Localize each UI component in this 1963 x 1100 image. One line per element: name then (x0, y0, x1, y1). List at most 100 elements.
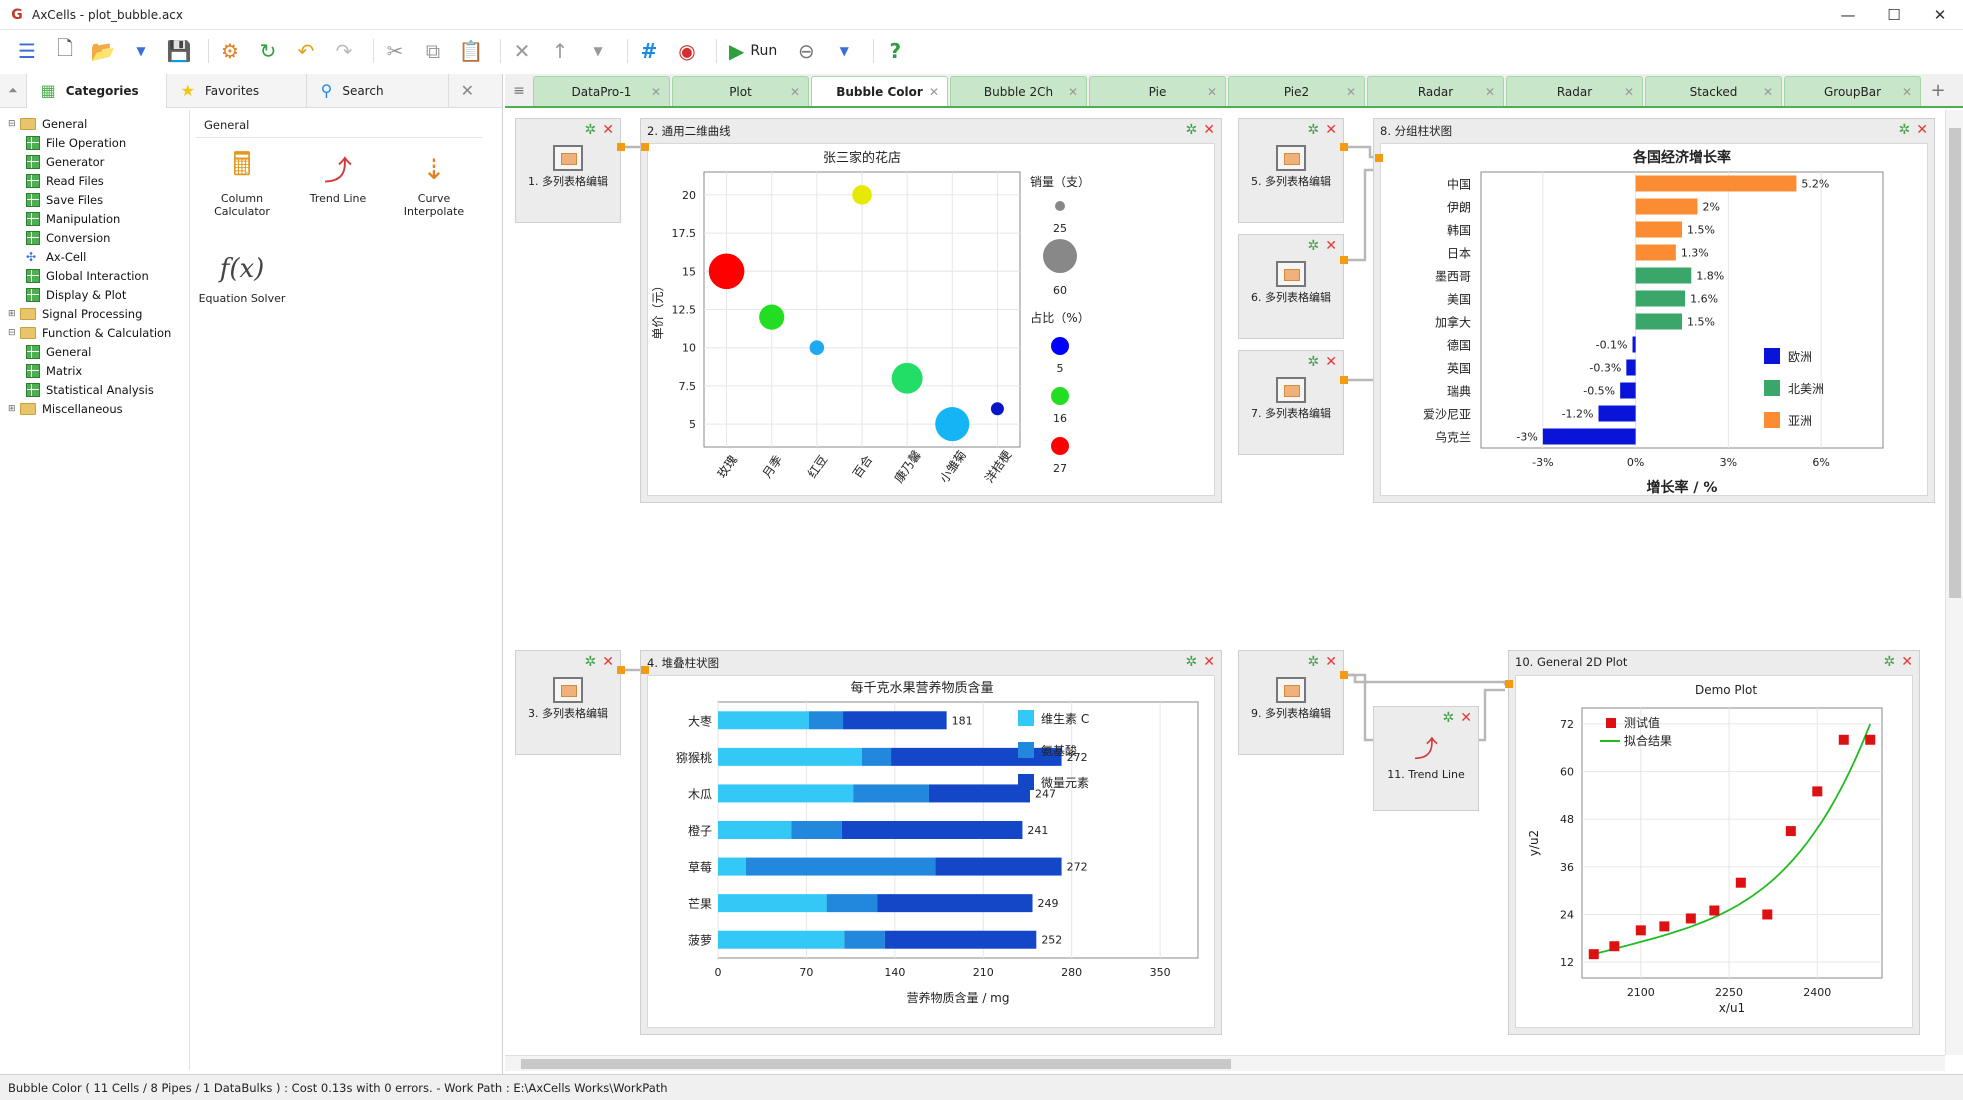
input-port[interactable] (1375, 154, 1383, 162)
cell-9-table-editor[interactable]: ✲ ✕ 9. 多列表格编辑 (1238, 650, 1344, 755)
output-port[interactable] (1340, 256, 1348, 264)
collapse-panel-icon[interactable]: ⏶ (0, 73, 27, 108)
gear-icon[interactable]: ✲ (1186, 122, 1198, 138)
output-port[interactable] (1340, 143, 1348, 151)
output-port[interactable] (1340, 671, 1348, 679)
close-tab-icon[interactable]: ✕ (929, 85, 939, 99)
tab-categories[interactable]: ▦ Categories (26, 73, 167, 108)
gear-icon[interactable]: ✲ (1308, 354, 1320, 370)
cell-6-table-editor[interactable]: ✲ ✕ 6. 多列表格编辑 (1238, 234, 1344, 339)
close-tab-icon[interactable]: ✕ (1763, 85, 1773, 99)
tree-item[interactable]: ⊞ Signal Processing (0, 304, 189, 323)
tree-item[interactable]: General (0, 342, 189, 361)
add-tab-icon[interactable]: + (1923, 76, 1953, 106)
copy-icon[interactable]: ⧉ (418, 35, 448, 67)
settings-gear-icon[interactable]: ⚙ (215, 35, 245, 67)
horizontal-scrollbar[interactable] (505, 1055, 1945, 1071)
output-port[interactable] (1340, 376, 1348, 384)
gear-icon[interactable]: ✲ (1308, 238, 1320, 254)
output-port[interactable] (617, 143, 625, 151)
tree-item[interactable]: Manipulation (0, 209, 189, 228)
dropdown-icon[interactable]: ▼ (126, 35, 156, 67)
close-icon[interactable]: ✕ (1325, 122, 1337, 138)
tree-item[interactable]: Conversion (0, 228, 189, 247)
gear-icon[interactable]: ✲ (1443, 710, 1455, 726)
maximize-button[interactable]: ☐ (1871, 0, 1917, 30)
scroll-thumb[interactable] (521, 1059, 1231, 1069)
tree-item[interactable]: Generator (0, 152, 189, 171)
cut-icon[interactable]: ✂ (380, 35, 410, 67)
close-icon[interactable]: ✕ (1325, 654, 1337, 670)
undo-icon[interactable]: ↶ (291, 35, 321, 67)
tree-item[interactable]: Global Interaction (0, 266, 189, 285)
doc-tab[interactable]: Bubble Color ✕ (811, 76, 948, 106)
close-icon[interactable]: ✕ (1460, 710, 1472, 726)
close-icon[interactable]: ✕ (1325, 354, 1337, 370)
stop-icon[interactable]: ⊖ (791, 35, 821, 67)
gear-icon[interactable]: ✲ (1884, 654, 1896, 670)
doc-tab[interactable]: Stacked ✕ (1645, 76, 1782, 106)
scroll-thumb[interactable] (1949, 128, 1961, 598)
tree-item[interactable]: File Operation (0, 133, 189, 152)
minimize-button[interactable]: — (1825, 0, 1871, 30)
input-port[interactable] (641, 666, 649, 674)
gear-icon[interactable]: ✲ (1308, 122, 1320, 138)
new-file-icon[interactable]: 🗋 (50, 35, 80, 67)
close-tab-icon[interactable]: ✕ (790, 85, 800, 99)
tree-item[interactable]: Matrix (0, 361, 189, 380)
refresh-icon[interactable]: ↻ (253, 35, 283, 67)
cell-1-table-editor[interactable]: ✲ ✕ 1. 多列表格编辑 (515, 118, 621, 223)
close-tab-icon[interactable]: ✕ (1207, 85, 1217, 99)
tree-item[interactable]: Read Files (0, 171, 189, 190)
close-tab-icon[interactable]: ✕ (1346, 85, 1356, 99)
palette-item-curve-interpolate[interactable]: ⇣ Curve Interpolate (388, 146, 480, 219)
collapse-icon[interactable]: ⊟ (8, 328, 18, 338)
dropdown-icon[interactable]: ▼ (829, 35, 859, 67)
close-icon[interactable]: ✕ (602, 654, 614, 670)
palette-item-equation-solver[interactable]: f(x) Equation Solver (196, 246, 288, 305)
open-folder-icon[interactable]: 📂 (88, 35, 118, 67)
location-pin-icon[interactable]: ◉ (672, 35, 702, 67)
menu-icon[interactable]: ☰ (12, 35, 42, 67)
gear-icon[interactable]: ✲ (585, 654, 597, 670)
input-port[interactable] (1505, 680, 1513, 688)
gear-icon[interactable]: ✲ (1308, 654, 1320, 670)
workflow-canvas[interactable]: ✲ ✕ 1. 多列表格编辑 ✲ ✕ 3. 多列表格编辑 ✲ ✕ 5. 多列表格编辑 ✲… (505, 110, 1945, 1055)
palette-item-column-calculator[interactable]: 🖩 Column Calculator (196, 145, 288, 218)
tree-item[interactable]: ⊟ Function & Calculation (0, 323, 189, 342)
arrow-up-icon[interactable]: ↑ (545, 35, 575, 67)
close-icon[interactable]: ✕ (1916, 122, 1928, 138)
tree-item[interactable]: Display & Plot (0, 285, 189, 304)
gear-icon[interactable]: ✲ (585, 122, 597, 138)
dropdown-icon[interactable]: ▼ (583, 35, 613, 67)
cell-8-grouped-bar[interactable]: 8. 分组柱状图 ✲ ✕ 各国经济增长率 -3% 0% 3% 6% 中国 5.2% 伊朗 2% 韩国… (1373, 118, 1935, 503)
delete-icon[interactable]: ✕ (507, 35, 537, 67)
close-tab-icon[interactable]: ✕ (1485, 85, 1495, 99)
tab-search[interactable]: ⚲ Search (307, 73, 449, 108)
cell-3-table-editor[interactable]: ✲ ✕ 3. 多列表格编辑 (515, 650, 621, 755)
close-icon[interactable]: ✕ (1325, 238, 1337, 254)
close-tab-icon[interactable]: ✕ (1068, 85, 1078, 99)
close-tab-icon[interactable]: ✕ (651, 85, 661, 99)
tab-list-icon[interactable]: ≡ (505, 76, 533, 106)
tab-favorites[interactable]: ★ Favorites (167, 73, 307, 108)
collapse-icon[interactable]: ⊟ (8, 119, 18, 129)
palette-item-trend-line[interactable]: ⤴ Trend Line (292, 146, 384, 205)
tree-item[interactable]: ⊟ General (0, 114, 189, 133)
cell-2-bubble-plot[interactable]: 2. 通用二维曲线 ✲ ✕ 张三家的花店 玫瑰 月季 红豆 百合 康乃馨 小雏菊 洋桔梗 5 7.5… (640, 118, 1222, 518)
cell-7-table-editor[interactable]: ✲ ✕ 7. 多列表格编辑 (1238, 350, 1344, 455)
close-icon[interactable]: ✕ (1203, 654, 1215, 670)
gear-icon[interactable]: ✲ (1899, 122, 1911, 138)
doc-tab[interactable]: GroupBar ✕ (1784, 76, 1921, 106)
tree-item[interactable]: ⊞ Miscellaneous (0, 399, 189, 418)
redo-icon[interactable]: ↷ (329, 35, 359, 67)
save-icon[interactable]: 💾 (164, 35, 194, 67)
expand-icon[interactable]: ⊞ (8, 309, 18, 319)
grid-hash-icon[interactable]: # (634, 35, 664, 67)
expand-icon[interactable]: ⊞ (8, 404, 18, 414)
close-panel-icon[interactable]: ✕ (449, 74, 486, 108)
doc-tab[interactable]: Plot ✕ (672, 76, 809, 106)
output-port[interactable] (617, 666, 625, 674)
tree-item[interactable]: ✣ Ax-Cell (0, 247, 189, 266)
tree-item[interactable]: Save Files (0, 190, 189, 209)
